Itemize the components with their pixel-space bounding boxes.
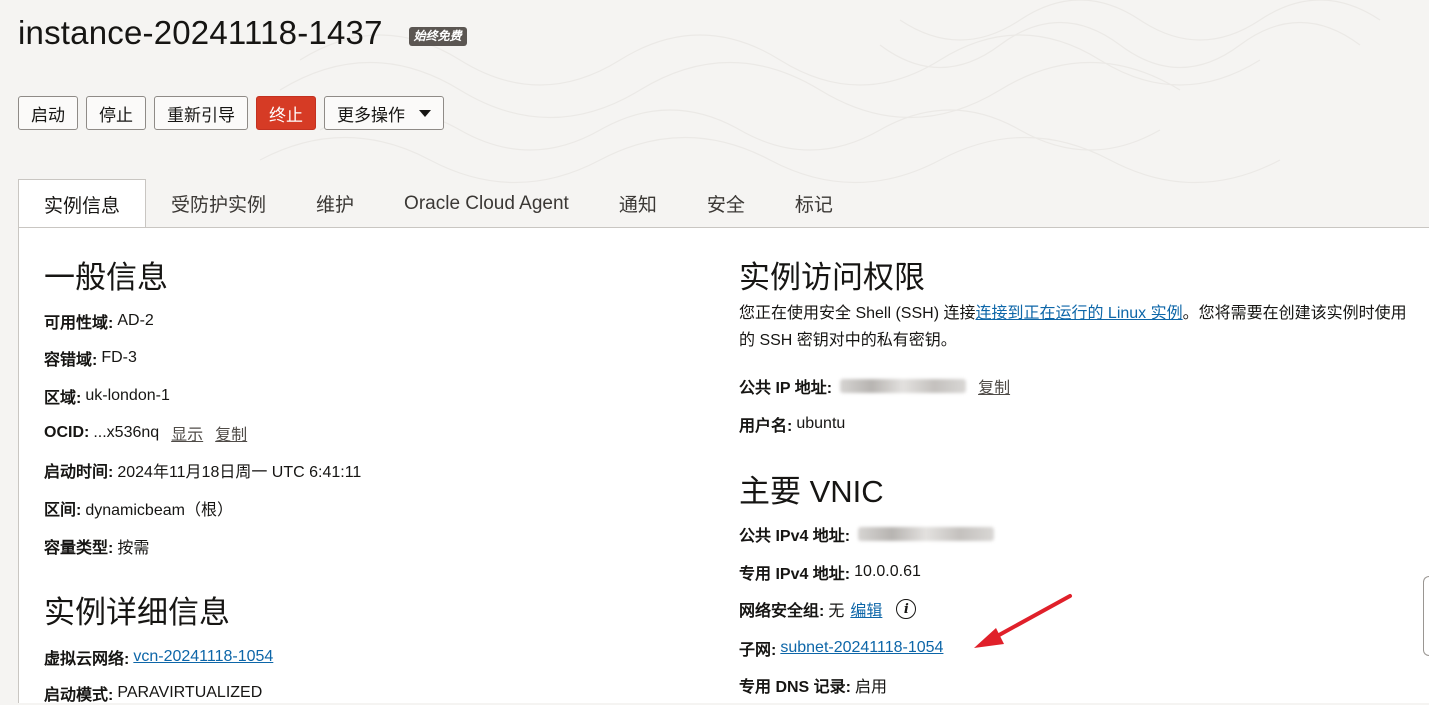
public-ip-label: 公共 IP 地址: xyxy=(739,380,833,397)
nsg-value: 无 xyxy=(828,603,845,620)
ssh-text-before: 您正在使用安全 Shell (SSH) 连接 xyxy=(739,305,976,322)
public-ipv4-row: 公共 IPv4 地址: xyxy=(739,522,995,546)
connect-linux-instance-link[interactable]: 连接到正在运行的 Linux 实例 xyxy=(975,305,1182,322)
launch-mode-value: PARAVIRTUALIZED xyxy=(117,684,263,701)
ocid-row: OCID: ...x536nq 显示 复制 xyxy=(44,421,247,445)
private-ipv4-label: 专用 IPv4 地址: xyxy=(739,566,851,583)
nsg-row: 网络安全组: 无 编辑 i xyxy=(739,597,917,621)
tab-oracle-cloud-agent[interactable]: Oracle Cloud Agent xyxy=(379,179,594,228)
page-title: instance-20241118-1437 xyxy=(18,14,383,51)
public-ip-copy-link[interactable]: 复制 xyxy=(978,374,1010,398)
launch-time-row: 启动时间: 2024年11月18日周一 UTC 6:41:11 xyxy=(44,458,361,482)
public-ipv4-label: 公共 IPv4 地址: xyxy=(739,528,851,545)
public-ipv4-redacted xyxy=(858,527,995,541)
compartment-label: 区间: xyxy=(44,502,82,519)
username-row: 用户名: ubuntu xyxy=(739,412,845,436)
launch-mode-label: 启动模式: xyxy=(44,687,114,704)
private-ipv4-value: 10.0.0.61 xyxy=(854,563,921,580)
launch-time-value: 2024年11月18日周一 UTC 6:41:11 xyxy=(117,464,362,481)
region-value: uk-london-1 xyxy=(85,387,170,404)
stop-button[interactable]: 停止 xyxy=(86,96,146,130)
availability-domain-label: 可用性域: xyxy=(44,315,114,332)
ssh-access-description: 您正在使用安全 Shell (SSH) 连接连接到正在运行的 Linux 实例。… xyxy=(739,300,1419,354)
launch-mode-row: 启动模式: PARAVIRTUALIZED xyxy=(44,681,262,705)
subnet-label: 子网: xyxy=(739,642,777,659)
reboot-button[interactable]: 重新引导 xyxy=(154,96,248,130)
page-header: instance-20241118-1437 始终免费 xyxy=(18,14,467,52)
always-free-badge: 始终免费 xyxy=(408,26,467,46)
general-info-heading: 一般信息 xyxy=(44,260,168,295)
tab-security[interactable]: 安全 xyxy=(682,179,770,228)
start-button[interactable]: 启动 xyxy=(18,96,78,130)
compartment-value: dynamicbeam（根） xyxy=(85,502,233,519)
vcn-label: 虚拟云网络: xyxy=(44,651,130,668)
private-ipv4-row: 专用 IPv4 地址: 10.0.0.61 xyxy=(739,560,921,584)
tab-tags[interactable]: 标记 xyxy=(770,179,858,228)
primary-vnic-heading: 主要 VNIC xyxy=(739,474,884,509)
fault-domain-label: 容错域: xyxy=(44,352,98,369)
tab-shielded-instance[interactable]: 受防护实例 xyxy=(146,179,291,228)
subnet-row: 子网: subnet-20241118-1054 xyxy=(739,636,943,660)
ocid-label: OCID: xyxy=(44,424,90,441)
compartment-row: 区间: dynamicbeam（根） xyxy=(44,496,233,520)
public-ip-row: 公共 IP 地址: 复制 xyxy=(739,374,1010,398)
availability-domain-row: 可用性域: AD-2 xyxy=(44,309,154,333)
username-label: 用户名: xyxy=(739,418,793,435)
availability-domain-value: AD-2 xyxy=(117,312,154,329)
instance-access-heading: 实例访问权限 xyxy=(739,260,925,295)
more-actions-label: 更多操作 xyxy=(337,105,405,125)
fault-domain-row: 容错域: FD-3 xyxy=(44,346,137,370)
launch-time-label: 启动时间: xyxy=(44,464,114,481)
region-label: 区域: xyxy=(44,390,82,407)
tab-maintenance[interactable]: 维护 xyxy=(291,179,379,228)
private-dns-value: 启用 xyxy=(855,679,888,696)
instance-details-heading: 实例详细信息 xyxy=(44,595,230,630)
terminate-button[interactable]: 终止 xyxy=(256,96,316,130)
tab-notifications[interactable]: 通知 xyxy=(594,179,682,228)
more-actions-button[interactable]: 更多操作 xyxy=(324,96,444,130)
subnet-link[interactable]: subnet-20241118-1054 xyxy=(780,639,943,657)
vcn-link[interactable]: vcn-20241118-1054 xyxy=(133,648,273,666)
vcn-row: 虚拟云网络: vcn-20241118-1054 xyxy=(44,645,273,669)
fault-domain-value: FD-3 xyxy=(101,349,137,366)
capacity-type-value: 按需 xyxy=(117,540,150,557)
ocid-value: ...x536nq xyxy=(93,424,160,441)
nsg-label: 网络安全组: xyxy=(739,603,825,620)
private-dns-label: 专用 DNS 记录: xyxy=(739,679,852,696)
action-toolbar: 启动 停止 重新引导 终止 更多操作 xyxy=(18,96,444,130)
tab-instance-info[interactable]: 实例信息 xyxy=(18,179,147,228)
caret-down-icon xyxy=(419,109,431,117)
region-row: 区域: uk-london-1 xyxy=(44,384,170,408)
capacity-type-row: 容量类型: 按需 xyxy=(44,534,149,558)
ocid-show-link[interactable]: 显示 xyxy=(171,421,203,445)
username-value: ubuntu xyxy=(796,415,846,432)
side-panel-handle[interactable] xyxy=(1423,576,1429,656)
ocid-copy-link[interactable]: 复制 xyxy=(215,421,247,445)
red-arrow-annotation xyxy=(974,594,1072,648)
nsg-edit-link[interactable]: 编辑 xyxy=(850,597,882,621)
info-icon[interactable]: i xyxy=(896,599,917,619)
capacity-type-label: 容量类型: xyxy=(44,540,114,557)
public-ip-redacted xyxy=(840,379,967,393)
tab-bar: 实例信息 受防护实例 维护 Oracle Cloud Agent 通知 安全 标… xyxy=(18,179,858,228)
private-dns-row: 专用 DNS 记录: 启用 xyxy=(739,673,887,697)
